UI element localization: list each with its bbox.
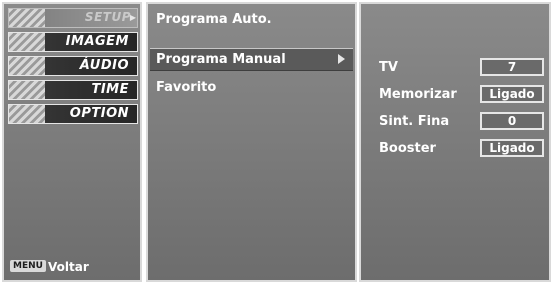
settings-row-label: TV (379, 60, 398, 75)
category-panel: SETUP ▶ IMAGEM ÁUDIO TIME OPTION MENU Vo… (2, 2, 142, 282)
submenu-item-favorito[interactable]: Favorito (156, 80, 216, 95)
settings-row-booster[interactable]: Booster Ligado (379, 139, 551, 159)
film-icon (9, 33, 45, 51)
settings-row-label: Memorizar (379, 87, 457, 102)
submenu-item-programa-manual[interactable]: Programa Manual (150, 48, 353, 71)
satellite-dish-icon (9, 9, 45, 27)
speaker-icon (9, 57, 45, 75)
tab-time[interactable]: TIME (8, 80, 138, 100)
tab-audio[interactable]: ÁUDIO (8, 56, 138, 76)
settings-row-value[interactable]: Ligado (480, 139, 544, 157)
chevron-right-icon: ▶ (129, 13, 136, 22)
tab-option-label: OPTION (69, 106, 129, 121)
settings-row-label: Booster (379, 141, 436, 156)
tv-osd-screen: SETUP ▶ IMAGEM ÁUDIO TIME OPTION MENU Vo… (0, 0, 553, 284)
tab-imagem[interactable]: IMAGEM (8, 32, 138, 52)
settings-row-memorizar[interactable]: Memorizar Ligado (379, 85, 551, 105)
submenu-panel: Programa Auto. Programa Manual Favorito (146, 2, 357, 282)
settings-row-label: Sint. Fina (379, 114, 450, 129)
tab-audio-label: ÁUDIO (79, 58, 129, 73)
option-disc-icon (9, 105, 45, 123)
clock-icon (9, 81, 45, 99)
arrow-right-icon (338, 54, 345, 64)
tab-time-label: TIME (91, 82, 129, 97)
submenu-item-label: Programa Manual (156, 52, 286, 67)
settings-row-sint-fina[interactable]: Sint. Fina 0 (379, 112, 551, 132)
settings-row-value[interactable]: Ligado (480, 85, 544, 103)
submenu-item-programa-auto[interactable]: Programa Auto. (156, 12, 272, 27)
back-label[interactable]: Voltar (48, 260, 89, 274)
menu-key-badge: MENU (10, 260, 46, 272)
tab-option[interactable]: OPTION (8, 104, 138, 124)
tab-setup[interactable]: SETUP ▶ (8, 8, 138, 28)
tab-imagem-label: IMAGEM (65, 34, 129, 49)
settings-row-tv[interactable]: TV 7 (379, 58, 551, 78)
settings-panel: TV 7 Memorizar Ligado Sint. Fina 0 Boost… (359, 2, 551, 282)
tab-setup-label: SETUP (84, 10, 131, 24)
settings-row-value[interactable]: 0 (480, 112, 544, 130)
settings-row-value[interactable]: 7 (480, 58, 544, 76)
